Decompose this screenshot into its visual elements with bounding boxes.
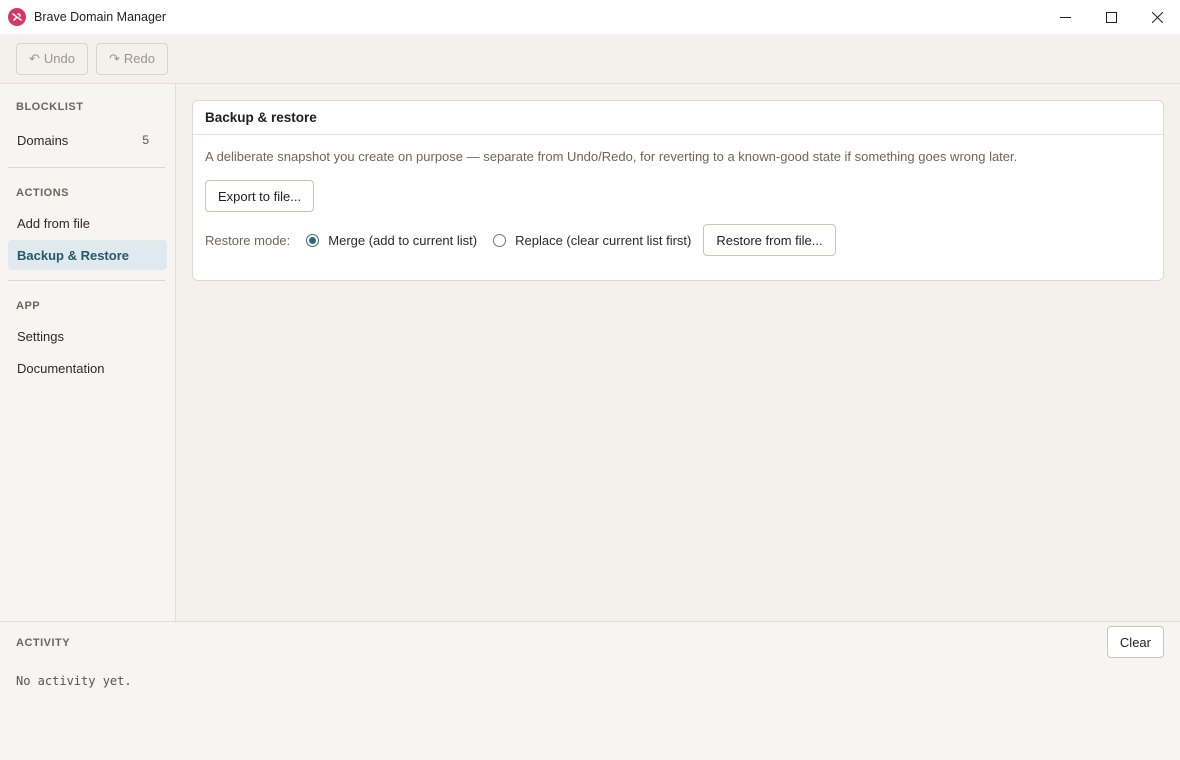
domains-count-badge: 5 <box>142 133 149 147</box>
replace-radio[interactable] <box>493 233 507 247</box>
window-title: Brave Domain Manager <box>34 10 167 24</box>
restore-mode-row: Restore mode: Merge (add to current list… <box>205 224 836 256</box>
activity-empty-text: No activity yet. <box>16 674 132 688</box>
toolbar: ↶ Undo ↷ Redo <box>0 34 1180 84</box>
maximize-button[interactable] <box>1088 0 1134 34</box>
restore-mode-label: Restore mode: <box>205 232 291 248</box>
backup-restore-card: Backup & restore A deliberate snapshot y… <box>192 100 1164 281</box>
sidebar-item-label: Settings <box>17 328 64 344</box>
restore-button[interactable]: Restore from file... <box>703 224 836 256</box>
sidebar-section-blocklist: BLOCKLIST <box>16 101 84 113</box>
sidebar-item-label: Add from file <box>17 215 90 231</box>
sidebar-item-label: Domains <box>17 132 69 148</box>
redo-icon: ↷ <box>108 50 120 66</box>
main-content: Backup & restore A deliberate snapshot y… <box>176 84 1180 621</box>
card-description: A deliberate snapshot you create on purp… <box>205 149 1018 164</box>
undo-button[interactable]: ↶ Undo <box>16 42 88 75</box>
sidebar-item-settings[interactable]: Settings <box>8 321 167 351</box>
undo-icon: ↶ <box>29 50 40 66</box>
merge-radio-label[interactable]: Merge (add to current list) <box>328 233 477 248</box>
activity-panel: ACTIVITY Clear No activity yet. <box>0 621 1180 760</box>
close-icon <box>1151 11 1163 23</box>
activity-title: ACTIVITY <box>16 637 71 649</box>
brave-logo-icon <box>8 8 26 26</box>
replace-radio-label[interactable]: Replace (clear current list first) <box>515 233 691 248</box>
sidebar-item-backup-restore[interactable]: Backup & Restore <box>8 240 167 270</box>
sidebar-section-actions: ACTIONS <box>16 187 69 199</box>
minimize-icon <box>1059 16 1071 18</box>
card-title: Backup & restore <box>193 101 1163 135</box>
redo-label: Redo <box>123 51 155 66</box>
sidebar-divider <box>8 167 165 168</box>
sidebar-divider <box>8 280 165 281</box>
title-bar: Brave Domain Manager <box>0 0 1180 34</box>
export-button[interactable]: Export to file... <box>205 180 315 212</box>
sidebar-section-app: APP <box>16 300 41 312</box>
close-button[interactable] <box>1134 0 1180 34</box>
merge-radio[interactable] <box>306 233 320 247</box>
clear-button[interactable]: Clear <box>1106 626 1164 658</box>
redo-button[interactable]: ↷ Redo <box>95 42 168 75</box>
sidebar-item-domains[interactable]: Domains 5 <box>8 125 167 155</box>
undo-label: Undo <box>43 51 75 66</box>
maximize-icon <box>1105 11 1117 23</box>
sidebar-item-label: Backup & Restore <box>17 247 129 263</box>
sidebar-item-label: Documentation <box>17 360 105 376</box>
sidebar-item-documentation[interactable]: Documentation <box>8 353 167 383</box>
sidebar-item-add-from-file[interactable]: Add from file <box>8 208 167 238</box>
minimize-button[interactable] <box>1042 0 1088 34</box>
sidebar: BLOCKLIST Domains 5 ACTIONS Add from fil… <box>0 84 176 621</box>
